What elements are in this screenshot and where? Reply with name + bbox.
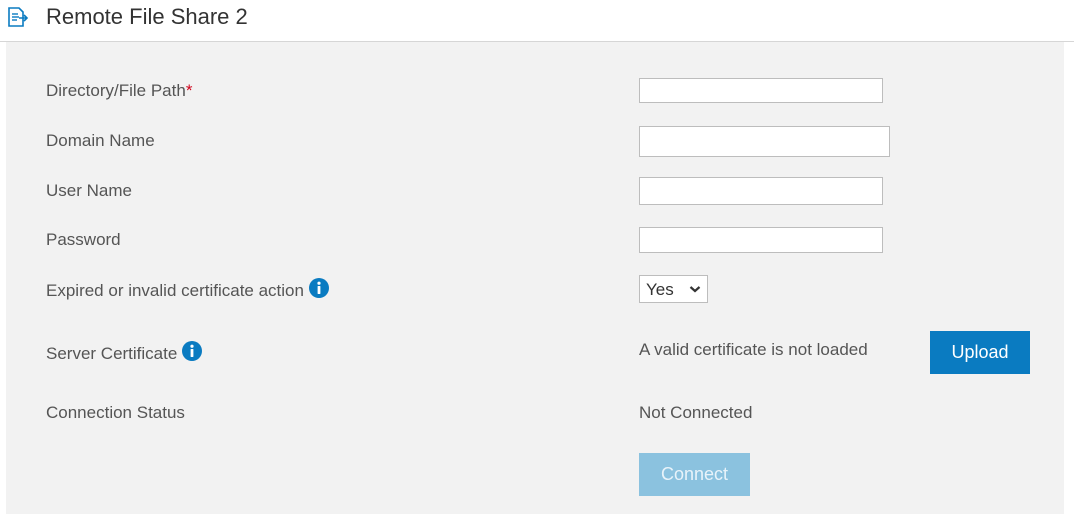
cert-action-selected-value: Yes [646, 280, 674, 299]
document-share-icon [8, 7, 29, 27]
domain-label: Domain Name [46, 131, 155, 150]
chevron-down-icon [689, 286, 701, 293]
user-input[interactable] [639, 177, 883, 205]
cert-action-select[interactable]: Yes [639, 275, 708, 303]
server-cert-status: A valid certificate is not loaded [639, 340, 868, 359]
password-label: Password [46, 230, 121, 249]
connect-button[interactable]: Connect [639, 453, 750, 496]
page-title: Remote File Share 2 [46, 4, 248, 29]
path-label: Directory/File Path* [46, 81, 193, 100]
connection-status-value: Not Connected [639, 403, 753, 422]
password-input[interactable] [639, 227, 883, 253]
domain-input[interactable] [639, 126, 890, 157]
info-icon[interactable] [182, 341, 203, 361]
path-input[interactable] [639, 78, 883, 103]
server-cert-label: Server Certificate [46, 341, 203, 364]
info-icon[interactable] [308, 278, 329, 298]
connection-status-label: Connection Status [46, 403, 185, 422]
page-header: Remote File Share 2 [0, 0, 1074, 42]
upload-button[interactable]: Upload [930, 331, 1030, 374]
cert-action-label: Expired or invalid certificate action [46, 278, 329, 301]
required-marker: * [185, 81, 193, 100]
user-label: User Name [46, 181, 132, 200]
